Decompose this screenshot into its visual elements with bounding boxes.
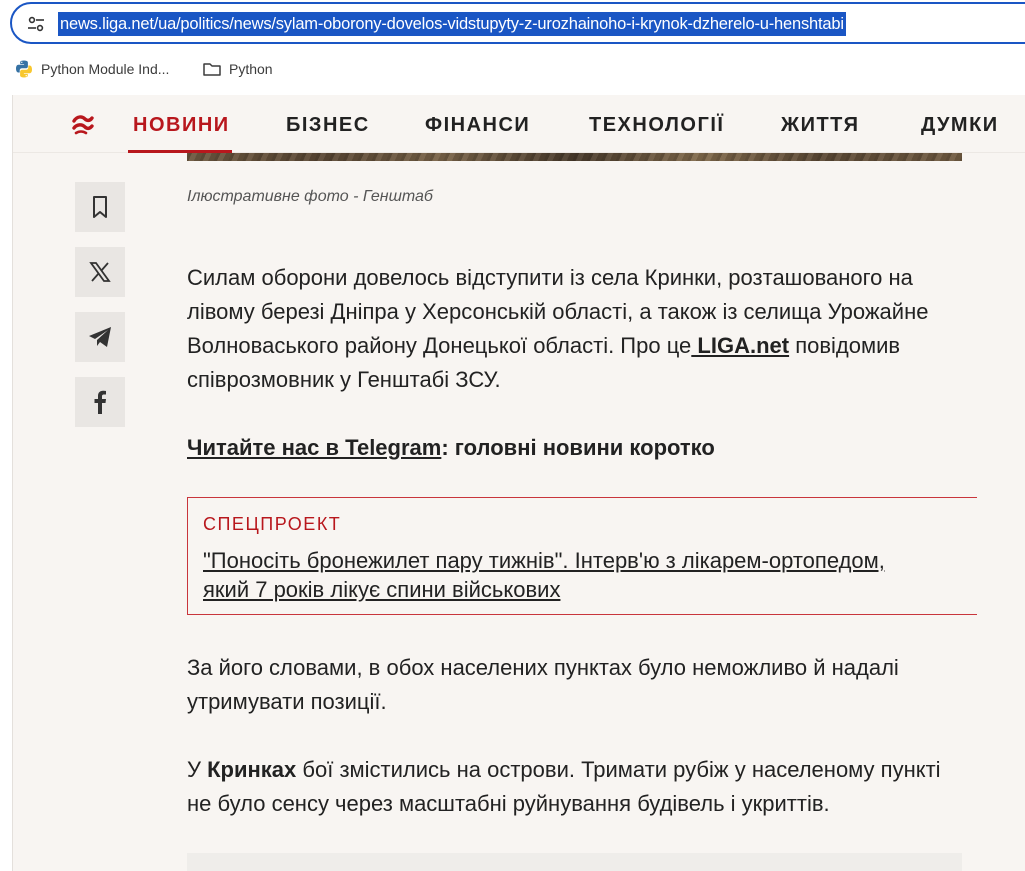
address-bar[interactable]: news.liga.net/ua/politics/news/sylam-obo… <box>10 2 1025 44</box>
url-text[interactable]: news.liga.net/ua/politics/news/sylam-obo… <box>58 12 846 36</box>
nav-active-underline <box>128 150 232 153</box>
bookmark-python-module-index[interactable]: Python Module Ind... <box>14 58 169 80</box>
nav-news[interactable]: НОВИНИ <box>133 114 230 137</box>
bookmark-button[interactable] <box>75 182 125 232</box>
folder-icon <box>203 63 221 76</box>
nav-technology[interactable]: ТЕХНОЛОГІЇ <box>589 114 724 137</box>
special-project-card[interactable]: СПЕЦПРОЕКТ "Поносіть бронежилет пару тиж… <box>187 497 977 615</box>
bookmark-label: Python Module Ind... <box>41 61 170 77</box>
telegram-promo: Читайте нас в Telegram: головні новини к… <box>187 431 967 465</box>
facebook-icon <box>94 390 106 414</box>
embedded-block <box>187 853 962 871</box>
x-icon <box>89 262 111 282</box>
paragraph-text: У <box>187 757 208 782</box>
page-viewport: НОВИНИ БІЗНЕС ФІНАНСИ ТЕХНОЛОГІЇ ЖИТТЯ Д… <box>12 95 1025 871</box>
browser-chrome: news.liga.net/ua/politics/news/sylam-obo… <box>0 0 1025 95</box>
share-x-button[interactable] <box>75 247 125 297</box>
telegram-link[interactable]: Читайте нас в Telegram <box>187 435 441 460</box>
bookmark-python-folder[interactable]: Python <box>202 58 273 80</box>
telegram-promo-text: : головні новини коротко <box>441 435 715 460</box>
nav-finance[interactable]: ФІНАНСИ <box>425 114 530 137</box>
share-buttons <box>75 182 125 442</box>
photo-caption: Ілюстративне фото - Генштаб <box>187 188 433 205</box>
article-paragraph-3: У Кринках бої змістились на острови. Три… <box>187 753 967 821</box>
share-facebook-button[interactable] <box>75 377 125 427</box>
telegram-icon <box>89 327 111 347</box>
paragraph-text: бої змістились на острови. Тримати рубіж… <box>187 757 941 816</box>
nav-opinions[interactable]: ДУМКИ <box>921 114 999 137</box>
site-navbar: НОВИНИ БІЗНЕС ФІНАНСИ ТЕХНОЛОГІЇ ЖИТТЯ Д… <box>13 95 1025 153</box>
article-paragraph-2: За його словами, в обох населених пункта… <box>187 655 899 714</box>
nav-business[interactable]: БІЗНЕС <box>286 114 370 137</box>
special-project-title-link[interactable]: "Поносіть бронежилет пару тижнів". Інтер… <box>203 546 903 604</box>
article-paragraph-1: Силам оборони довелось відступити із сел… <box>187 261 967 397</box>
special-project-label: СПЕЦПРОЕКТ <box>203 514 342 534</box>
nav-life[interactable]: ЖИТТЯ <box>781 114 860 137</box>
paragraph-bold-text: Кринках <box>207 757 297 782</box>
bookmarks-bar: Python Module Ind... Python <box>0 52 1025 86</box>
liga-logo-icon[interactable] <box>70 111 96 137</box>
liga-net-link[interactable]: LIGA.net <box>691 333 789 358</box>
share-telegram-button[interactable] <box>75 312 125 362</box>
python-icon <box>16 60 32 78</box>
bookmark-icon <box>93 196 107 218</box>
bookmark-label: Python <box>229 61 273 77</box>
site-settings-icon[interactable] <box>26 14 46 34</box>
